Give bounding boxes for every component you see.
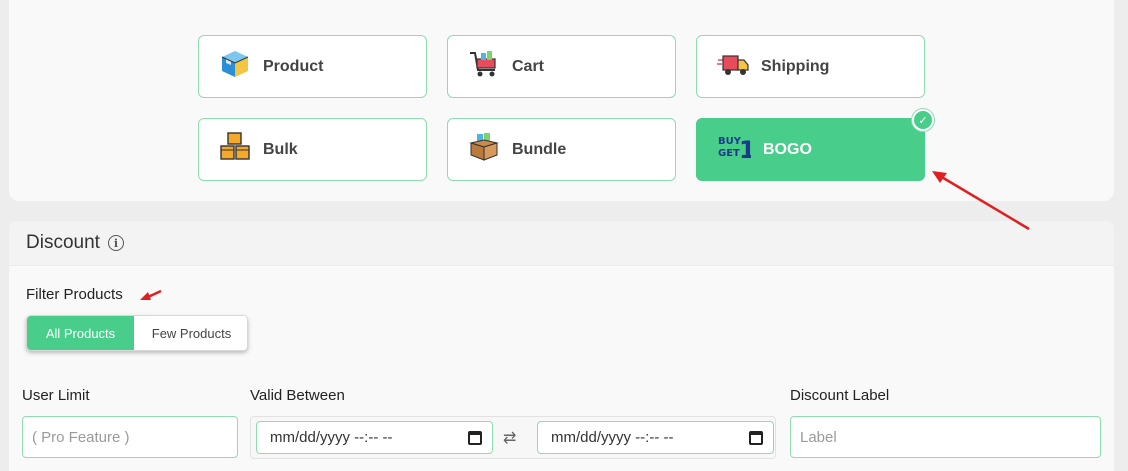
user-limit-input[interactable]: [22, 416, 238, 458]
type-card-bogo[interactable]: BUY GET 1 BOGO ✓: [696, 109, 934, 181]
selected-check-icon: ✓: [912, 109, 934, 131]
few-products-button[interactable]: Few Products: [134, 316, 247, 350]
type-card-bundle[interactable]: Bundle: [447, 118, 676, 181]
type-card-label: Cart: [512, 57, 545, 75]
type-card-cart[interactable]: Cart: [447, 35, 676, 98]
discount-label-input[interactable]: [790, 416, 1101, 458]
buy-get-1-icon: BUY GET 1: [717, 132, 756, 167]
type-card-product[interactable]: Product: [198, 35, 427, 98]
discount-settings-panel: Discount i Filter Products All Products …: [9, 221, 1114, 471]
discount-type-panel: Product Cart Shipping Bulk Bundle BUY GE…: [9, 0, 1114, 201]
type-card-label: Shipping: [761, 57, 830, 75]
svg-text:1: 1: [739, 136, 751, 162]
type-card-shipping[interactable]: Shipping: [696, 35, 925, 98]
info-icon[interactable]: i: [107, 235, 124, 251]
user-limit-label: User Limit: [22, 387, 90, 404]
filter-products-toggle: All Products Few Products: [26, 315, 248, 351]
type-card-label: Bulk: [263, 140, 298, 158]
start-date-value: mm/dd/yyyy --:-- --: [270, 429, 393, 446]
end-date-value: mm/dd/yyyy --:-- --: [551, 429, 674, 446]
type-card-label: Product: [263, 57, 324, 75]
start-date-input[interactable]: mm/dd/yyyy --:-- --: [256, 421, 493, 454]
shipping-truck-icon: [717, 48, 749, 85]
end-date-input[interactable]: mm/dd/yyyy --:-- --: [537, 421, 774, 454]
page: Product Cart Shipping Bulk Bundle BUY GE…: [0, 0, 1128, 471]
all-products-button[interactable]: All Products: [27, 316, 134, 350]
valid-between-label: Valid Between: [250, 387, 345, 404]
type-card-bulk[interactable]: Bulk: [198, 118, 427, 181]
discount-label-label: Discount Label: [790, 387, 890, 404]
calendar-icon[interactable]: [468, 431, 482, 445]
bulk-boxes-icon: [219, 131, 251, 168]
cart-icon: [468, 48, 500, 85]
date-range-group: mm/dd/yyyy --:-- -- ⇄ mm/dd/yyyy --:-- -…: [250, 416, 776, 459]
type-card-label: Bundle: [512, 140, 567, 158]
calendar-icon[interactable]: [749, 431, 763, 445]
bundle-box-icon: [468, 131, 500, 168]
section-title: Discount: [26, 232, 100, 253]
filter-products-label: Filter Products: [26, 286, 123, 303]
swap-arrows-icon: ⇄: [503, 430, 517, 447]
product-box-icon: [219, 48, 251, 85]
type-card-label: BOGO: [763, 140, 812, 158]
svg-text:GET: GET: [718, 148, 740, 159]
discount-header: Discount i: [9, 221, 1114, 266]
